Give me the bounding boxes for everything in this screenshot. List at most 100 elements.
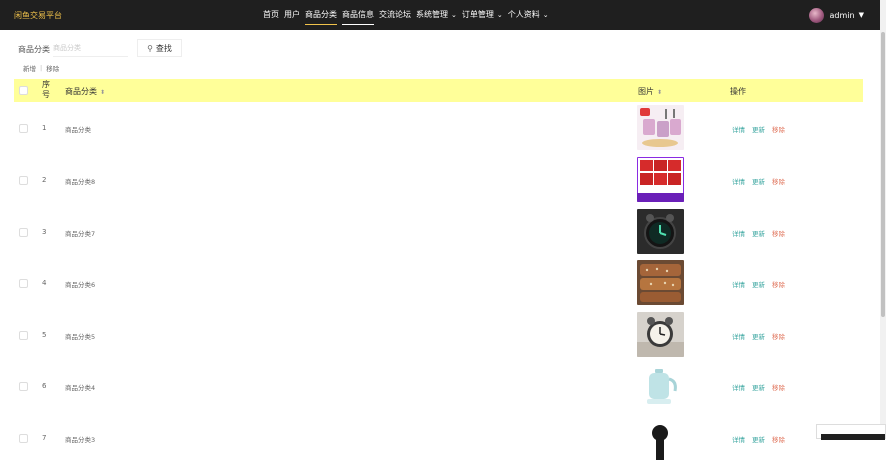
row-category-name: 商品分类6 xyxy=(65,281,96,289)
row-delete-button[interactable]: 移除 xyxy=(772,382,785,392)
action-divider: | xyxy=(40,64,43,72)
table-row[interactable]: 2 商品分类8 详情 更新 移除 xyxy=(14,154,863,206)
row-checkbox[interactable] xyxy=(19,382,28,391)
edit-button[interactable]: 更新 xyxy=(752,279,765,289)
user-name[interactable]: admin xyxy=(830,11,855,20)
search-button[interactable]: ⚲ 查找 xyxy=(137,39,182,57)
row-index: 7 xyxy=(42,434,47,442)
column-header-index: 序号 xyxy=(42,80,50,99)
table-header: 序号 商品分类 ⬍ 图片 ⬍ 操作 xyxy=(14,79,863,102)
floating-widget-bar xyxy=(821,434,885,440)
nav-item-label: 商品信息 xyxy=(342,10,374,19)
detail-button[interactable]: 详情 xyxy=(732,228,745,238)
table-row[interactable]: 5 商品分类5 详情 更新 移除 xyxy=(14,309,863,361)
product-thumbnail[interactable] xyxy=(637,363,684,408)
add-button[interactable]: 新增 xyxy=(23,63,36,73)
row-delete-button[interactable]: 移除 xyxy=(772,176,785,186)
nav-item[interactable]: 商品分类 xyxy=(305,0,337,30)
row-checkbox[interactable] xyxy=(19,331,28,340)
nav-item-label: 首页 xyxy=(263,10,279,19)
edit-button[interactable]: 更新 xyxy=(752,434,765,444)
column-header-name[interactable]: 商品分类 ⬍ xyxy=(65,86,105,97)
product-thumbnail[interactable] xyxy=(637,157,684,202)
nav-item-label: 商品分类 xyxy=(305,10,337,19)
row-category-name: 商品分类4 xyxy=(65,384,96,392)
row-delete-button[interactable]: 移除 xyxy=(772,228,785,238)
sort-icon[interactable]: ⬍ xyxy=(100,89,105,96)
row-checkbox[interactable] xyxy=(19,176,28,185)
chevron-down-icon[interactable]: ⌄ xyxy=(543,11,549,19)
top-navigation-bar: 闲鱼交易平台 首页 用户 商品分类 商品信息 交流论坛 系统管理 ⌄ 订单管理 ⌄ 个人资料 ⌄ a… xyxy=(0,0,886,30)
detail-button[interactable]: 详情 xyxy=(732,382,745,392)
row-delete-button[interactable]: 移除 xyxy=(772,331,785,341)
nav-item[interactable]: 交流论坛 xyxy=(379,0,411,30)
row-checkbox[interactable] xyxy=(19,124,28,133)
detail-button[interactable]: 详情 xyxy=(732,124,745,134)
row-category-name: 商品分类 xyxy=(65,126,91,134)
search-label: 商品分类 xyxy=(18,45,50,54)
nav-item[interactable]: 个人资料 ⌄ xyxy=(508,0,549,30)
table-actions: 新增 | 移除 xyxy=(23,63,59,73)
nav-item[interactable]: 首页 xyxy=(263,0,279,30)
row-category-name: 商品分类7 xyxy=(65,230,96,238)
product-thumbnail[interactable] xyxy=(637,105,684,150)
search-input[interactable] xyxy=(53,39,128,57)
row-delete-button[interactable]: 移除 xyxy=(772,124,785,134)
row-category-name: 商品分类5 xyxy=(65,333,96,341)
scrollbar-thumb[interactable] xyxy=(881,32,885,317)
row-delete-button[interactable]: 移除 xyxy=(772,434,785,444)
chevron-down-icon[interactable]: ⌄ xyxy=(451,11,457,19)
nav-item[interactable]: 用户 xyxy=(284,0,300,30)
delete-button[interactable]: 移除 xyxy=(46,63,59,73)
detail-button[interactable]: 详情 xyxy=(732,176,745,186)
nav-item-label: 个人资料 xyxy=(507,10,540,19)
table-row[interactable]: 1 商品分类 详情 更新 移除 xyxy=(14,102,863,154)
nav-item-label: 交流论坛 xyxy=(379,10,411,19)
edit-button[interactable]: 更新 xyxy=(752,382,765,392)
edit-button[interactable]: 更新 xyxy=(752,176,765,186)
edit-button[interactable]: 更新 xyxy=(752,331,765,341)
table-row[interactable]: 6 商品分类4 详情 更新 移除 xyxy=(14,360,863,412)
row-category-name: 商品分类8 xyxy=(65,178,96,186)
avatar[interactable] xyxy=(808,7,824,23)
search-button-label: 查找 xyxy=(155,43,172,53)
search-icon: ⚲ xyxy=(147,43,153,53)
edit-button[interactable]: 更新 xyxy=(752,124,765,134)
row-index: 3 xyxy=(42,228,47,236)
page-scrollbar[interactable] xyxy=(880,0,886,439)
detail-button[interactable]: 详情 xyxy=(732,331,745,341)
product-thumbnail[interactable] xyxy=(637,209,684,254)
table-row[interactable]: 4 商品分类6 详情 更新 移除 xyxy=(14,257,863,309)
nav-item[interactable]: 系统管理 ⌄ xyxy=(416,0,457,30)
select-all-checkbox[interactable] xyxy=(19,86,28,95)
row-delete-button[interactable]: 移除 xyxy=(772,279,785,289)
row-index: 1 xyxy=(42,124,47,132)
nav-item[interactable]: 商品信息 xyxy=(342,0,374,30)
main-menu: 首页 用户 商品分类 商品信息 交流论坛 系统管理 ⌄ 订单管理 ⌄ 个人资料 ⌄ xyxy=(263,0,554,30)
chevron-down-icon[interactable]: ⌄ xyxy=(497,11,503,19)
row-checkbox[interactable] xyxy=(19,279,28,288)
column-header-image[interactable]: 图片 ⬍ xyxy=(638,86,662,97)
nav-item[interactable]: 订单管理 ⌄ xyxy=(462,0,503,30)
site-brand[interactable]: 闲鱼交易平台 xyxy=(14,10,62,21)
floating-widget[interactable] xyxy=(816,424,886,440)
row-index: 2 xyxy=(42,176,47,184)
nav-item-label: 用户 xyxy=(284,10,300,19)
user-menu[interactable]: admin ▼ xyxy=(808,7,864,23)
row-category-name: 商品分类3 xyxy=(65,436,96,444)
row-checkbox[interactable] xyxy=(19,228,28,237)
row-index: 4 xyxy=(42,279,47,287)
detail-button[interactable]: 详情 xyxy=(732,279,745,289)
sort-icon[interactable]: ⬍ xyxy=(657,89,662,96)
chevron-down-icon[interactable]: ▼ xyxy=(859,11,864,19)
column-header-name-label: 商品分类 xyxy=(65,87,97,96)
edit-button[interactable]: 更新 xyxy=(752,228,765,238)
product-thumbnail[interactable] xyxy=(637,312,684,357)
row-index: 5 xyxy=(42,331,47,339)
table-row[interactable]: 3 商品分类7 详情 更新 移除 xyxy=(14,206,863,258)
detail-button[interactable]: 详情 xyxy=(732,434,745,444)
product-thumbnail[interactable] xyxy=(637,260,684,305)
table-row[interactable]: 7 商品分类3 详情 更新 移除 xyxy=(14,412,863,464)
product-thumbnail[interactable] xyxy=(637,415,684,460)
column-header-ops: 操作 xyxy=(730,87,746,96)
